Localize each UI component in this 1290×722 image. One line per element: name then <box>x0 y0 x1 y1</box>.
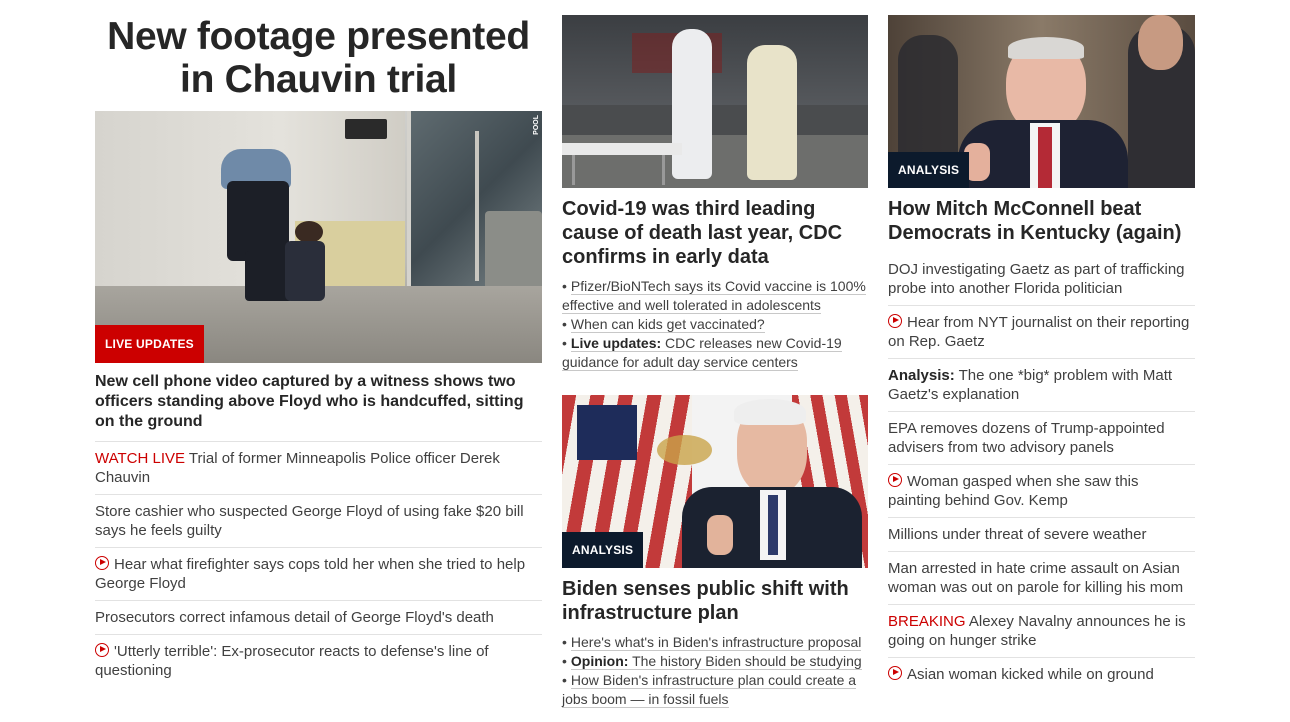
lead-headline[interactable]: New footage presented in Chauvin trial <box>95 15 542 101</box>
breaking-label: BREAKING <box>888 613 966 630</box>
story-link[interactable]: Man arrested in hate crime assault on As… <box>888 560 1183 596</box>
list-item[interactable]: WATCH LIVE Trial of former Minneapolis P… <box>95 442 542 495</box>
list-item[interactable]: • Live updates: CDC releases new Covid-19… <box>562 334 868 372</box>
list-item[interactable]: Asian woman kicked while on ground <box>888 658 1195 691</box>
story-link[interactable]: Hear what firefighter says cops told her… <box>95 556 525 592</box>
pool-tag: POOL <box>533 115 540 135</box>
right-story-column: ANALYSIS How Mitch McConnell beat Democr… <box>888 15 1195 691</box>
live-updates-badge[interactable]: LIVE UPDATES <box>95 325 204 363</box>
covid-headline[interactable]: Covid-19 was third leading cause of deat… <box>562 197 868 269</box>
mcconnell-story-image[interactable]: ANALYSIS <box>888 15 1195 188</box>
watch-live-label: WATCH LIVE <box>95 450 186 467</box>
analysis-label: Analysis: <box>888 367 955 384</box>
list-item[interactable]: • Opinion: The history Biden should be st… <box>562 652 868 671</box>
covid-related-links: • Pfizer/BioNTech says its Covid vaccine … <box>562 277 868 372</box>
story-link[interactable]: EPA removes dozens of Trump-appointed ad… <box>888 420 1165 456</box>
list-item[interactable]: Analysis: The one *big* problem with Mat… <box>888 359 1195 412</box>
list-item[interactable]: • Pfizer/BioNTech says its Covid vaccine … <box>562 277 868 315</box>
story-link[interactable]: Store cashier who suspected George Floyd… <box>95 503 524 539</box>
story-link[interactable]: When can kids get vaccinated? <box>570 316 765 333</box>
analysis-badge[interactable]: ANALYSIS <box>562 532 644 568</box>
play-icon <box>95 556 109 570</box>
story-link[interactable]: Woman gasped when she saw this painting … <box>888 473 1139 509</box>
list-item[interactable]: Millions under threat of severe weather <box>888 518 1195 552</box>
biden-related-links: • Here's what's in Biden's infrastructure… <box>562 633 868 709</box>
biden-headline[interactable]: Biden senses public shift with infrastru… <box>562 577 868 625</box>
list-item[interactable]: Hear what firefighter says cops told her… <box>95 548 542 601</box>
play-icon <box>888 473 902 487</box>
right-story-list: DOJ investigating Gaetz as part of traff… <box>888 253 1195 691</box>
list-item[interactable]: Hear from NYT journalist on their report… <box>888 306 1195 359</box>
analysis-badge[interactable]: ANALYSIS <box>888 152 970 188</box>
story-link[interactable]: Pfizer/BioNTech says its Covid vaccine i… <box>562 278 866 314</box>
lead-story-image[interactable]: POOL LIVE UPDATES <box>95 111 542 363</box>
live-updates-label: Live updates: <box>570 335 662 351</box>
list-item[interactable]: BREAKING Alexey Navalny announces he is … <box>888 605 1195 658</box>
list-item[interactable]: DOJ investigating Gaetz as part of traff… <box>888 253 1195 306</box>
play-icon <box>888 666 902 680</box>
story-link[interactable]: Prosecutors correct infamous detail of G… <box>95 609 494 626</box>
list-item[interactable]: Store cashier who suspected George Floyd… <box>95 495 542 548</box>
lead-related-stories: WATCH LIVE Trial of former Minneapolis P… <box>95 442 542 687</box>
story-link[interactable]: 'Utterly terrible': Ex-prosecutor reacts… <box>95 643 489 679</box>
mcconnell-headline[interactable]: How Mitch McConnell beat Democrats in Ke… <box>888 197 1195 245</box>
story-link[interactable]: The history Biden should be studying <box>632 653 862 669</box>
middle-story-column: Covid-19 was third leading cause of deat… <box>562 15 868 709</box>
story-link[interactable]: Millions under threat of severe weather <box>888 526 1146 543</box>
list-item[interactable]: Woman gasped when she saw this painting … <box>888 465 1195 518</box>
story-link[interactable]: Hear from NYT journalist on their report… <box>888 314 1189 350</box>
opinion-label: Opinion: <box>570 653 629 669</box>
list-item[interactable]: 'Utterly terrible': Ex-prosecutor reacts… <box>95 635 542 687</box>
story-link[interactable]: Here's what's in Biden's infrastructure … <box>570 634 862 651</box>
lead-description[interactable]: New cell phone video captured by a witne… <box>95 372 542 442</box>
list-item[interactable]: • Here's what's in Biden's infrastructure… <box>562 633 868 652</box>
story-link[interactable]: DOJ investigating Gaetz as part of traff… <box>888 261 1185 297</box>
covid-story-image[interactable] <box>562 15 868 188</box>
story-link[interactable]: How Biden's infrastructure plan could cr… <box>562 672 857 708</box>
list-item[interactable]: Man arrested in hate crime assault on As… <box>888 552 1195 605</box>
list-item[interactable]: Prosecutors correct infamous detail of G… <box>95 601 542 635</box>
list-item[interactable]: • How Biden's infrastructure plan could c… <box>562 671 868 709</box>
lead-story-column: New footage presented in Chauvin trial P… <box>95 15 542 687</box>
list-item[interactable]: EPA removes dozens of Trump-appointed ad… <box>888 412 1195 465</box>
play-icon <box>95 643 109 657</box>
list-item[interactable]: • When can kids get vaccinated? <box>562 315 868 334</box>
biden-story-image[interactable]: ANALYSIS <box>562 395 868 568</box>
story-link[interactable]: Asian woman kicked while on ground <box>907 666 1154 683</box>
play-icon <box>888 314 902 328</box>
